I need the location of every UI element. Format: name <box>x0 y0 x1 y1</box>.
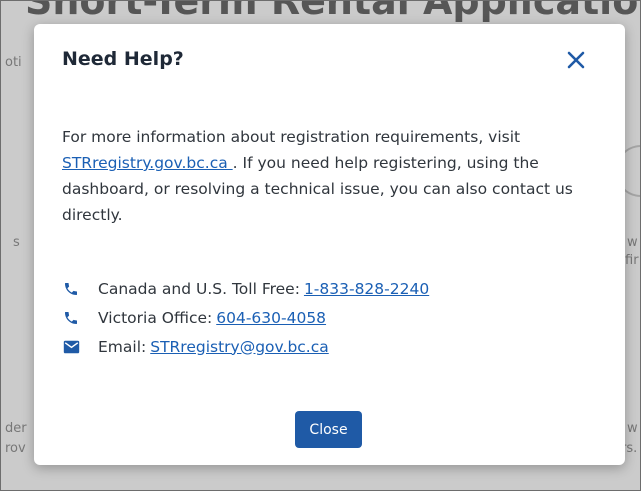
contact-email: Email: STRregistry@gov.bc.ca <box>62 332 602 361</box>
contact-victoria-office: Victoria Office: 604-630-4058 <box>62 303 602 332</box>
envelope-icon <box>62 338 80 356</box>
str-registry-website-link[interactable]: STRregistry.gov.bc.ca <box>62 154 233 172</box>
victoria-office-phone-link[interactable]: 604-630-4058 <box>216 309 326 327</box>
contact-label: Email: <box>98 337 147 356</box>
dialog-title: Need Help? <box>62 48 184 70</box>
toll-free-phone-link[interactable]: 1-833-828-2240 <box>304 280 429 298</box>
phone-icon <box>62 280 80 298</box>
contact-label: Victoria Office: <box>98 308 213 327</box>
phone-icon <box>62 309 80 327</box>
help-dialog: Need Help? For more information about re… <box>34 24 625 465</box>
contact-toll-free: Canada and U.S. Toll Free: 1-833-828-224… <box>62 274 602 303</box>
close-x-icon-glyph <box>567 51 585 69</box>
dialog-intro-text: For more information about registration … <box>62 124 602 228</box>
contact-list: Canada and U.S. Toll Free: 1-833-828-224… <box>62 274 602 361</box>
email-link[interactable]: STRregistry@gov.bc.ca <box>150 338 329 356</box>
intro-text-before-link: For more information about registration … <box>62 128 521 146</box>
contact-label: Canada and U.S. Toll Free: <box>98 279 300 298</box>
close-x-icon[interactable] <box>562 46 590 74</box>
close-button[interactable]: Close <box>295 411 362 448</box>
